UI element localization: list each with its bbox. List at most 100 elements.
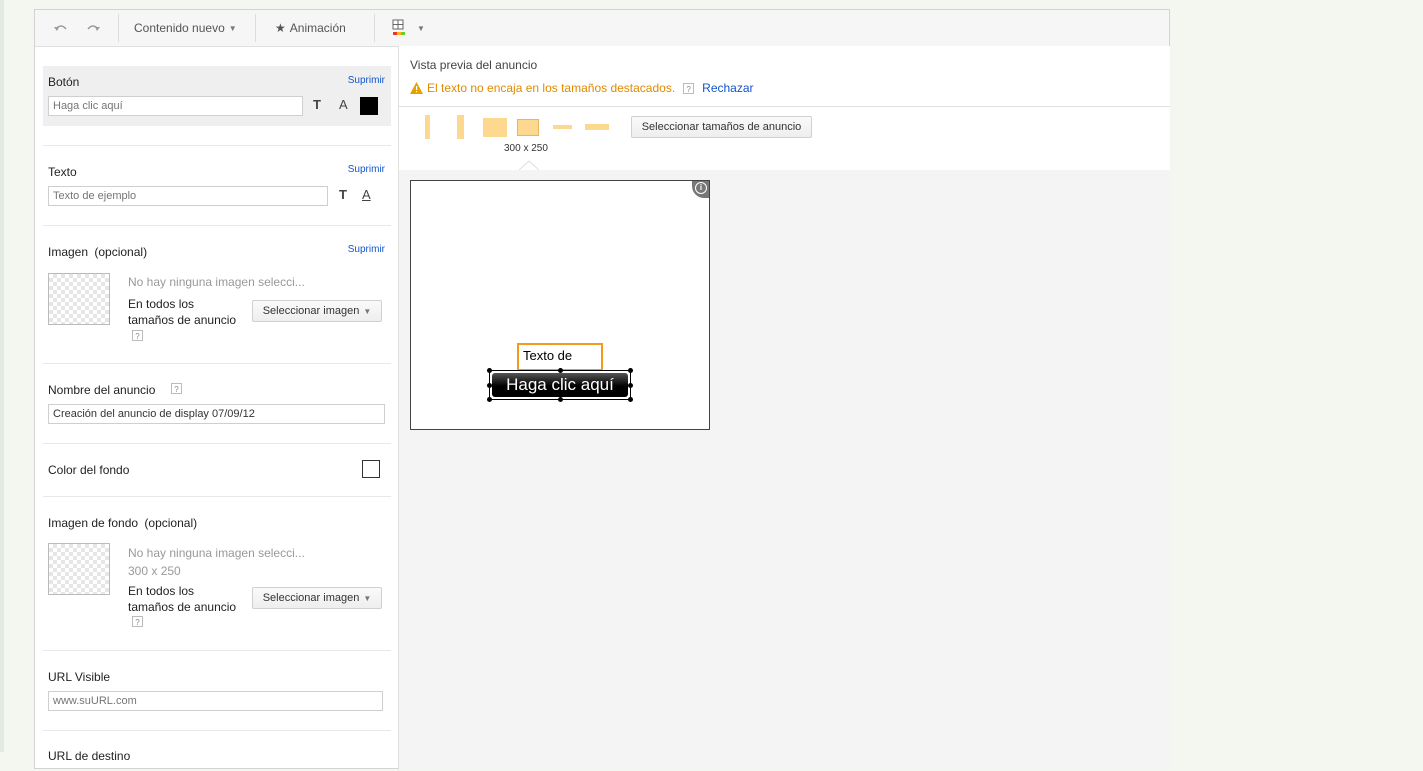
button-color-swatch[interactable] [360, 97, 378, 115]
toolbar-separator [374, 14, 375, 42]
bg-all-sizes-line2: tamaños de anuncio [128, 600, 237, 614]
ad-name-section: Nombre del anuncio ? [43, 364, 391, 444]
preview-header: Vista previa del anuncio El texto no enc… [399, 46, 1170, 107]
ad-button[interactable]: Haga clic aquí [492, 373, 628, 397]
optional-label: (opcional) [144, 516, 198, 530]
layout-icon [392, 19, 405, 35]
select-bg-image-label: Seleccionar imagen [262, 592, 360, 604]
size-option-square[interactable] [483, 118, 507, 137]
resize-handle[interactable] [487, 397, 492, 402]
delete-button-link[interactable]: Suprimir [348, 75, 385, 86]
info-icon: i [695, 182, 707, 194]
bg-image-size: 300 x 250 [128, 564, 181, 578]
preview-area: Vista previa del anuncio El texto no enc… [399, 46, 1170, 770]
font-size-icon[interactable]: A [339, 97, 348, 112]
text-section: Texto Suprimir T A [43, 146, 391, 226]
animation-label: Animación [289, 21, 346, 35]
resize-handle[interactable] [558, 397, 563, 402]
size-option-banner[interactable] [553, 125, 572, 129]
button-section: Botón Suprimir T A [43, 66, 391, 126]
bg-color-title: Color del fondo [48, 463, 130, 477]
undo-icon [54, 25, 67, 31]
undo-button[interactable] [53, 18, 69, 38]
bg-no-image-text: No hay ninguna imagen selecci... [128, 546, 305, 560]
toolbar-separator [118, 14, 119, 42]
resize-handle[interactable] [628, 368, 633, 373]
image-section-title: Imagen (opcional) [48, 245, 147, 259]
redo-button[interactable] [85, 18, 101, 38]
button-text-input[interactable] [48, 96, 303, 116]
chevron-down-icon: ▼ [228, 23, 237, 33]
bg-color-section: Color del fondo [43, 444, 391, 496]
bg-image-thumbnail[interactable] [48, 543, 110, 595]
size-option-skyscraper-wide[interactable] [457, 115, 464, 139]
size-option-leaderboard[interactable] [585, 124, 609, 130]
optional-label: (opcional) [94, 245, 148, 259]
text-format-icon[interactable]: T [313, 97, 321, 112]
toolbar-separator [255, 14, 256, 42]
new-content-label: Contenido nuevo [134, 21, 225, 35]
text-format-icon[interactable]: T [339, 187, 347, 202]
select-image-label: Seleccionar imagen [262, 305, 360, 317]
visible-url-title: URL Visible [48, 670, 111, 684]
bg-all-sizes-line1: En todos los [128, 584, 195, 598]
new-content-button[interactable]: Contenido nuevo ▼ [134, 18, 237, 38]
resize-handle[interactable] [628, 397, 633, 402]
all-sizes-line2: tamaños de anuncio [128, 313, 237, 327]
text-section-title: Texto [48, 165, 77, 179]
ad-sizes-bar: 300 x 250 Seleccionar tamaños de anuncio [399, 107, 1170, 171]
image-title-label: Imagen [48, 245, 89, 259]
properties-panel: Botón Suprimir T A Texto Suprimir T A Im… [35, 46, 399, 770]
help-icon[interactable]: ? [132, 330, 143, 341]
select-bg-image-button[interactable]: Seleccionar imagen ▼ [252, 587, 382, 609]
left-edge [0, 0, 4, 752]
resize-handle[interactable] [487, 383, 492, 388]
animation-button[interactable]: ★ Animación [275, 18, 346, 38]
bg-color-swatch[interactable] [362, 460, 380, 478]
star-icon: ★ [275, 21, 286, 35]
current-size-label: 300 x 250 [504, 143, 548, 154]
help-icon[interactable]: ? [171, 383, 182, 394]
text-input[interactable] [48, 186, 328, 206]
ad-text: Texto de [523, 348, 573, 363]
ad-name-title: Nombre del anuncio [48, 383, 156, 397]
button-section-title: Botón [48, 75, 80, 89]
layout-menu-button[interactable]: ▼ [391, 18, 425, 38]
warning-icon [410, 82, 423, 94]
resize-handle[interactable] [628, 383, 633, 388]
chevron-down-icon: ▼ [417, 23, 425, 33]
ad-button-selection[interactable]: Haga clic aquí [487, 368, 633, 402]
visible-url-input[interactable] [48, 691, 383, 711]
size-option-medium-rectangle[interactable] [517, 119, 539, 136]
bg-image-title: Imagen de fondo (opcional) [48, 516, 197, 530]
bg-image-section: Imagen de fondo (opcional) No hay ningun… [43, 497, 391, 650]
info-corner[interactable]: i [692, 181, 709, 198]
warning-text: El texto no encaja en los tamaños destac… [427, 81, 676, 95]
chevron-down-icon: ▼ [363, 593, 372, 603]
help-icon[interactable]: ? [132, 616, 143, 627]
preview-title: Vista previa del anuncio [410, 58, 538, 72]
delete-image-link[interactable]: Suprimir [348, 244, 385, 255]
warning-row: El texto no encaja en los tamaños destac… [410, 81, 754, 95]
select-ad-sizes-button[interactable]: Seleccionar tamaños de anuncio [631, 116, 812, 138]
ad-builder-window: Contenido nuevo ▼ ★ Animación ▼ Botón Su [34, 9, 1170, 770]
resize-handle[interactable] [558, 368, 563, 373]
help-icon[interactable]: ? [683, 82, 695, 94]
reject-link[interactable]: Rechazar [702, 81, 753, 95]
delete-text-link[interactable]: Suprimir [348, 164, 385, 175]
preview-canvas: i Texto de Haga clic aquí [399, 170, 1170, 770]
select-image-button[interactable]: Seleccionar imagen ▼ [252, 300, 382, 322]
ad-button-label: Haga clic aquí [506, 375, 614, 394]
ad-text-box[interactable]: Texto de [517, 343, 603, 371]
text-color-icon[interactable]: A [362, 187, 371, 202]
size-option-skyscraper-narrow[interactable] [425, 115, 430, 139]
resize-handle[interactable] [487, 368, 492, 373]
select-ad-sizes-label: Seleccionar tamaños de anuncio [641, 121, 802, 133]
dest-url-title: URL de destino [48, 749, 131, 763]
dest-url-section: URL de destino [43, 731, 391, 771]
visible-url-section: URL Visible [43, 651, 391, 731]
no-image-text: No hay ninguna imagen selecci... [128, 275, 305, 289]
all-sizes-line1: En todos los [128, 297, 195, 311]
image-thumbnail[interactable] [48, 273, 110, 325]
ad-name-input[interactable] [48, 404, 385, 424]
